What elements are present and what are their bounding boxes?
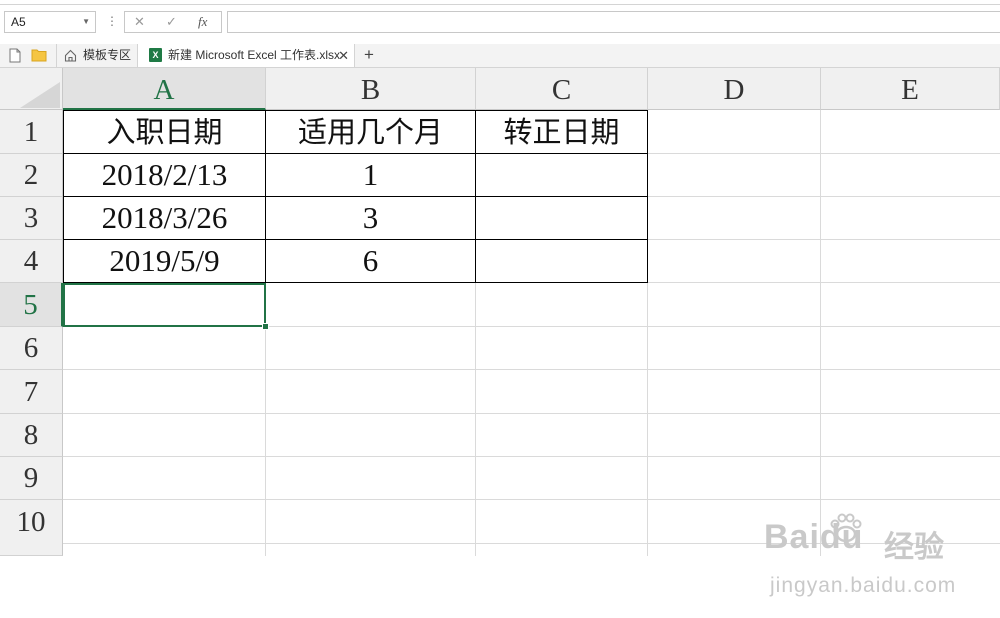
cell-b2[interactable]: 1 <box>265 153 476 197</box>
column-header-c[interactable]: C <box>476 68 648 110</box>
select-all-corner[interactable] <box>0 68 63 110</box>
column-header-d[interactable]: D <box>648 68 821 110</box>
formula-bar: A5 ▼ ⋮ ✕ ✓ fx <box>0 0 1000 44</box>
selected-cell-a5[interactable] <box>63 283 266 327</box>
name-box-value: A5 <box>11 15 26 29</box>
column-header-e[interactable]: E <box>821 68 1000 110</box>
cancel-icon[interactable]: ✕ <box>134 13 145 31</box>
cell-c1[interactable]: 转正日期 <box>475 110 648 154</box>
chevron-down-icon[interactable]: ▼ <box>82 12 90 32</box>
cell-a1[interactable]: 入职日期 <box>63 110 266 154</box>
tab-template-zone-label: 模板专区 <box>83 48 132 62</box>
cell-c3[interactable] <box>475 196 648 240</box>
paw-icon <box>830 513 862 543</box>
tab-excel-file-label: 新建 Microsoft Excel 工作表.xlsx <box>168 48 341 62</box>
tab-excel-file[interactable]: X 新建 Microsoft Excel 工作表.xlsx ✕ <box>137 44 355 67</box>
cell-a3[interactable]: 2018/3/26 <box>63 196 266 240</box>
add-tab-button[interactable]: + <box>358 44 380 67</box>
gridline-horizontal <box>63 413 1000 414</box>
row-header-6[interactable]: 6 <box>0 327 63 370</box>
folder-icon[interactable] <box>31 48 47 62</box>
spreadsheet-grid[interactable]: A B C D E 1 2 3 4 5 6 7 8 9 10 入职日期 适用几个… <box>0 68 1000 597</box>
name-box[interactable]: A5 ▼ <box>4 11 96 33</box>
gridline-vertical <box>820 110 821 556</box>
row-header-10[interactable]: 10 <box>0 500 63 556</box>
cell-c4[interactable] <box>475 239 648 283</box>
fill-handle[interactable] <box>262 323 269 330</box>
document-tab-bar: 模板专区 X 新建 Microsoft Excel 工作表.xlsx ✕ + <box>0 44 1000 68</box>
watermark-suffix: 经验 <box>884 530 944 565</box>
cell-b1[interactable]: 适用几个月 <box>265 110 476 154</box>
row-header-1[interactable]: 1 <box>0 110 63 154</box>
cell-b3[interactable]: 3 <box>265 196 476 240</box>
check-icon[interactable]: ✓ <box>166 13 177 31</box>
more-options-icon[interactable]: ⋮ <box>106 13 118 29</box>
row-header-5[interactable]: 5 <box>0 283 63 327</box>
cell-c2[interactable] <box>475 153 648 197</box>
row-header-8[interactable]: 8 <box>0 414 63 457</box>
formula-input[interactable] <box>227 11 1000 33</box>
tab-template-zone[interactable]: 模板专区 <box>56 44 136 67</box>
column-header-b[interactable]: B <box>266 68 476 110</box>
row-header-2[interactable]: 2 <box>0 154 63 197</box>
toolbar-divider <box>0 4 1000 5</box>
formula-buttons: ✕ ✓ fx <box>124 11 222 33</box>
select-all-triangle-icon <box>20 82 60 108</box>
row-header-9[interactable]: 9 <box>0 457 63 500</box>
watermark-url: jingyan.baidu.com <box>770 574 957 597</box>
gridline-horizontal <box>63 499 1000 500</box>
cell-a4[interactable]: 2019/5/9 <box>63 239 266 283</box>
gridline-horizontal <box>63 369 1000 370</box>
cell-b4[interactable]: 6 <box>265 239 476 283</box>
excel-icon: X <box>149 48 162 62</box>
gridline-horizontal <box>63 456 1000 457</box>
column-header-a[interactable]: A <box>63 68 266 110</box>
row-header-4[interactable]: 4 <box>0 240 63 283</box>
home-icon <box>64 49 77 62</box>
new-document-icon[interactable] <box>9 48 21 63</box>
close-icon[interactable]: ✕ <box>338 44 349 67</box>
row-header-3[interactable]: 3 <box>0 197 63 240</box>
fx-icon[interactable]: fx <box>198 13 207 31</box>
baidu-jingyan-watermark: Baidu 经验 jingyan.baidu.com <box>764 513 1000 618</box>
row-header-7[interactable]: 7 <box>0 370 63 414</box>
cell-a2[interactable]: 2018/2/13 <box>63 153 266 197</box>
